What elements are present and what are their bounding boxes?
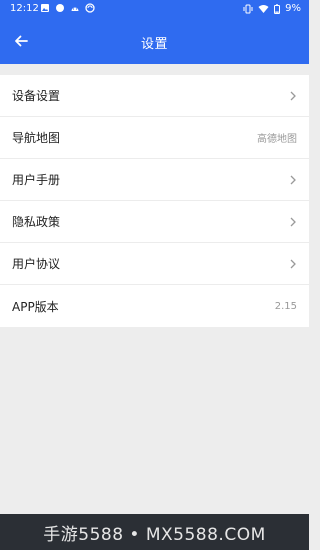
settings-item-label: 用户协议	[12, 257, 61, 271]
settings-item-label: 导航地图	[12, 131, 61, 145]
watermark-banner: 手游5588 • MX5588.COM	[0, 514, 309, 550]
watermark-text: 手游5588 • MX5588.COM	[43, 524, 266, 545]
page-title: 设置	[140, 37, 168, 52]
battery-percent: 9%	[285, 3, 301, 14]
settings-item-value: 高德地图	[257, 134, 297, 145]
wifi-icon	[258, 4, 269, 13]
settings-item-device[interactable]: 设备设置	[0, 75, 309, 117]
status-system-icons: 9%	[243, 3, 301, 14]
battery-icon	[274, 3, 281, 14]
image-icon	[41, 4, 49, 12]
app-bar: 设置	[0, 19, 309, 64]
status-time: 12:12	[10, 3, 39, 14]
settings-item-navigation-map[interactable]: 导航地图 高德地图	[0, 117, 309, 159]
section-gap	[0, 64, 309, 75]
settings-item-label: APP版本	[12, 299, 59, 314]
settings-item-label: 设备设置	[12, 89, 61, 103]
status-bar: 12:12 9%	[0, 0, 309, 19]
settings-list: 设备设置 导航地图 高德地图 用户手册 隐私政策 用户协议 APP版本 2.15	[0, 75, 309, 327]
settings-item-label: 用户手册	[12, 173, 61, 187]
chevron-right-icon	[290, 175, 296, 185]
status-notification-icons	[40, 3, 95, 13]
chevron-right-icon	[290, 91, 296, 101]
android-icon	[71, 7, 79, 11]
settings-item-user-manual[interactable]: 用户手册	[0, 159, 309, 201]
chevron-right-icon	[290, 259, 296, 269]
settings-item-user-agreement[interactable]: 用户协议	[0, 243, 309, 285]
app-version-value: 2.15	[274, 300, 297, 312]
sync-icon	[85, 3, 95, 13]
settings-item-privacy-policy[interactable]: 隐私政策	[0, 201, 309, 243]
chevron-right-icon	[290, 217, 296, 227]
settings-item-app-version: APP版本 2.15	[0, 285, 309, 327]
settings-item-label: 隐私政策	[12, 215, 61, 229]
vibrate-icon	[243, 4, 253, 13]
circle-icon	[56, 4, 64, 12]
